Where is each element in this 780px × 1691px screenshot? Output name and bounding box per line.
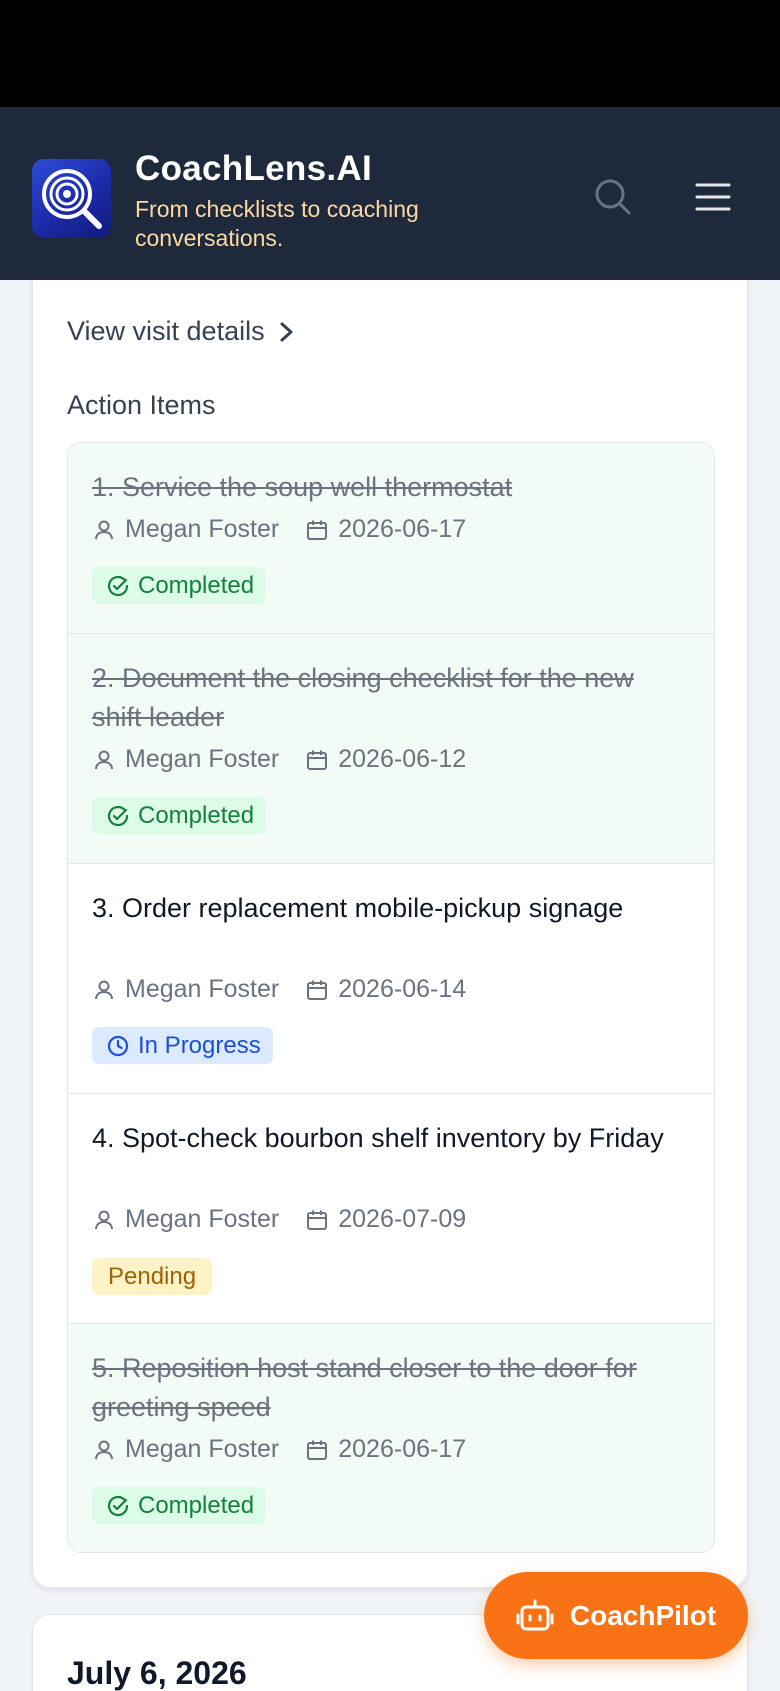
calendar-icon	[307, 750, 328, 770]
search-icon	[595, 179, 631, 215]
action-item-meta: Megan Foster 2026-06-17	[92, 1435, 466, 1464]
status-badge: Completed	[92, 567, 267, 604]
status-badge-label: Completed	[138, 1491, 255, 1519]
status-badge: In Progress	[92, 1027, 273, 1064]
view-visit-details-label: View visit details	[67, 316, 265, 346]
action-item-assignee: Megan Foster	[125, 745, 280, 773]
chevron-right-icon	[280, 322, 293, 341]
coachpilot-button[interactable]: CoachPilot	[484, 1572, 748, 1659]
action-item-meta: Megan Foster 2026-06-17	[92, 515, 466, 544]
action-item-title: 1. Service the soup well thermostat	[92, 472, 513, 502]
calendar-icon	[307, 980, 328, 1000]
clock-icon	[107, 1035, 129, 1056]
calendar-icon	[307, 1440, 328, 1460]
user-icon	[95, 1440, 113, 1459]
user-icon	[95, 750, 113, 769]
status-badge: Pending	[92, 1258, 213, 1295]
visit-card: View visit details Action Items 1. Servi…	[32, 250, 748, 1588]
action-item-due-date: 2026-06-17	[338, 515, 467, 543]
status-badge-label: Completed	[138, 801, 255, 829]
robot-icon	[516, 1599, 554, 1630]
status-badge-label: In Progress	[138, 1031, 261, 1059]
status-bar	[0, 0, 780, 107]
action-item[interactable]: 4. Spot-check bourbon shelf inventory by…	[68, 1094, 714, 1324]
action-item-assignee: Megan Foster	[125, 1435, 280, 1463]
action-item-due-date: 2026-07-09	[338, 1205, 467, 1233]
action-item[interactable]: 3. Order replacement mobile-pickup signa…	[68, 864, 714, 1094]
app-header: CoachLens.AI From checklists to coaching…	[0, 107, 780, 280]
action-item-assignee: Megan Foster	[125, 515, 280, 543]
action-item-due-date: 2026-06-12	[338, 745, 467, 773]
action-item-title: 4. Spot-check bourbon shelf inventory by…	[92, 1123, 664, 1153]
user-icon	[95, 1210, 113, 1229]
menu-button[interactable]	[694, 177, 732, 222]
action-item-meta: Megan Foster 2026-06-14	[92, 975, 466, 1004]
action-item-due-date: 2026-06-14	[338, 975, 467, 1003]
action-item-due-date: 2026-06-17	[338, 1435, 467, 1463]
view-visit-details-link[interactable]: View visit details	[67, 316, 295, 347]
action-item[interactable]: 2. Document the closing checklist for th…	[68, 634, 714, 864]
action-item[interactable]: 1. Service the soup well thermostat Mega…	[68, 443, 714, 634]
calendar-icon	[307, 520, 328, 540]
check-circle-icon	[107, 575, 129, 596]
check-circle-icon	[107, 1495, 129, 1516]
action-item-assignee: Megan Foster	[125, 1205, 280, 1233]
coachpilot-label: CoachPilot	[569, 1599, 717, 1631]
action-items-list: 1. Service the soup well thermostat Mega…	[67, 442, 715, 1553]
app-title: CoachLens.AI	[135, 149, 372, 188]
action-item[interactable]: 5. Reposition host stand closer to the d…	[68, 1324, 714, 1552]
action-item-assignee: Megan Foster	[125, 975, 280, 1003]
visit-date-heading: July 6, 2026	[67, 1655, 247, 1691]
status-badge-label: Pending	[108, 1262, 197, 1290]
app-tagline: From checklists to coaching conversation…	[135, 196, 419, 251]
status-badge: Completed	[92, 1487, 267, 1524]
status-badge: Completed	[92, 797, 267, 834]
user-icon	[95, 520, 113, 539]
action-item-title: 3. Order replacement mobile-pickup signa…	[92, 893, 624, 923]
search-button[interactable]	[593, 177, 633, 222]
calendar-icon	[307, 1210, 328, 1230]
action-items-heading: Action Items	[67, 390, 216, 420]
target-magnifier-icon	[42, 169, 102, 229]
app-logo[interactable]	[32, 159, 111, 238]
hamburger-menu-icon	[695, 183, 731, 211]
action-item-title: 5. Reposition host stand closer to the d…	[92, 1353, 637, 1422]
action-item-title: 2. Document the closing checklist for th…	[92, 663, 634, 732]
status-badge-label: Completed	[138, 571, 255, 599]
action-item-meta: Megan Foster 2026-06-12	[92, 745, 466, 774]
action-item-meta: Megan Foster 2026-07-09	[92, 1205, 466, 1234]
user-icon	[95, 980, 113, 999]
check-circle-icon	[107, 805, 129, 826]
